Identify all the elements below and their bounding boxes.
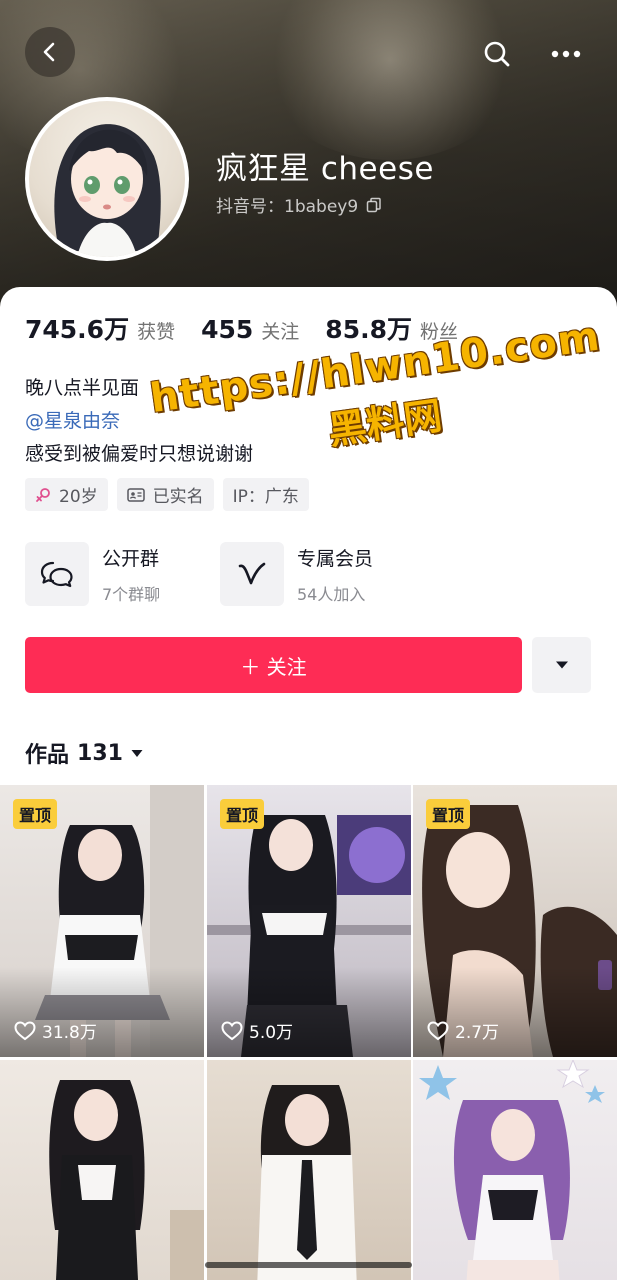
stat-value: 455 bbox=[201, 315, 254, 344]
tag-label: 已实名 bbox=[152, 487, 204, 507]
bio-mention-link[interactable]: @星泉由奈 bbox=[25, 405, 253, 438]
feature-title: 专属会员 bbox=[297, 547, 374, 570]
video-thumbnail[interactable]: 置顶 31.8万 bbox=[0, 785, 204, 1057]
video-thumbnail[interactable] bbox=[413, 1060, 617, 1280]
copy-icon[interactable] bbox=[366, 197, 382, 213]
stat-followers[interactable]: 85.8万 粉丝 bbox=[325, 310, 458, 346]
more-horizontal-icon bbox=[551, 50, 581, 58]
stat-value: 745.6万 bbox=[25, 315, 130, 344]
like-count: 2.7万 bbox=[455, 1023, 500, 1043]
profile-tags: 20岁 已实名 IP：广东 bbox=[25, 478, 309, 511]
video-thumbnail[interactable]: 置顶 2.7万 bbox=[413, 785, 617, 1057]
stat-following[interactable]: 455 关注 bbox=[201, 315, 299, 344]
works-count: 131 bbox=[77, 740, 123, 766]
bio: 晚八点半见面 @星泉由奈 感受到被偏爱时只想说谢谢 bbox=[25, 372, 253, 471]
triangle-down-icon bbox=[555, 661, 568, 669]
heart-icon bbox=[221, 1020, 243, 1040]
works-label: 作品 bbox=[25, 743, 70, 768]
stat-label: 粉丝 bbox=[419, 321, 458, 343]
recommend-dropdown-button[interactable] bbox=[532, 637, 591, 693]
vip-v-icon-box bbox=[220, 542, 284, 606]
feature-subtitle: 54人加入 bbox=[297, 584, 366, 604]
home-indicator[interactable] bbox=[205, 1262, 412, 1268]
like-count-row: 31.8万 bbox=[14, 1018, 97, 1043]
female-icon bbox=[36, 487, 50, 502]
bio-line: 晚八点半见面 bbox=[25, 377, 140, 399]
follow-button[interactable]: ＋ 关注 bbox=[25, 637, 522, 693]
back-button[interactable] bbox=[25, 27, 75, 77]
tag-verified: 已实名 bbox=[116, 478, 214, 511]
stat-likes[interactable]: 745.6万 获赞 bbox=[25, 310, 175, 346]
more-button[interactable] bbox=[544, 33, 588, 75]
stat-label: 关注 bbox=[261, 321, 300, 343]
tag-ip: IP：广东 bbox=[222, 478, 309, 511]
bio-line: 感受到被偏爱时只想说谢谢 bbox=[25, 443, 254, 465]
video-thumbnail[interactable] bbox=[207, 1060, 411, 1280]
heart-icon bbox=[427, 1020, 449, 1040]
id-card-icon bbox=[126, 487, 145, 502]
pinned-badge: 置顶 bbox=[13, 799, 58, 829]
feature-subtitle: 7个群聊 bbox=[102, 584, 161, 604]
works-tab[interactable]: 作品 131 bbox=[25, 737, 143, 769]
tag-label: IP：广东 bbox=[232, 487, 299, 507]
avatar-image bbox=[29, 101, 185, 257]
feature-title: 公开群 bbox=[102, 547, 160, 570]
tag-label: 20岁 bbox=[59, 487, 98, 507]
like-count: 5.0万 bbox=[249, 1023, 294, 1043]
exclusive-membership-entry[interactable]: 专属会员 54人加入 bbox=[220, 542, 373, 606]
nickname: 疯狂星 cheese bbox=[216, 151, 434, 187]
video-thumbnail[interactable] bbox=[0, 1060, 204, 1280]
video-thumbnail[interactable]: 置顶 5.0万 bbox=[207, 785, 411, 1057]
avatar[interactable] bbox=[25, 97, 189, 261]
vip-v-icon bbox=[238, 562, 266, 585]
like-count-row: 5.0万 bbox=[221, 1018, 293, 1043]
triangle-down-icon bbox=[131, 749, 143, 757]
public-group-entry[interactable]: 公开群 7个群聊 bbox=[25, 542, 160, 606]
tag-age: 20岁 bbox=[25, 478, 108, 511]
like-count-row: 2.7万 bbox=[427, 1018, 499, 1043]
chat-bubbles-icon bbox=[40, 561, 73, 588]
douyin-id: 抖音号：1babey9 bbox=[216, 197, 359, 217]
stats-row: 745.6万 获赞 455 关注 85.8万 粉丝 bbox=[25, 310, 484, 346]
heart-icon bbox=[14, 1020, 36, 1040]
search-icon bbox=[484, 41, 510, 67]
pinned-badge: 置顶 bbox=[426, 799, 471, 829]
douyin-id-row[interactable]: 抖音号：1babey9 bbox=[216, 192, 382, 217]
pinned-badge: 置顶 bbox=[220, 799, 265, 829]
like-count: 31.8万 bbox=[42, 1023, 97, 1043]
stat-label: 获赞 bbox=[137, 321, 176, 343]
stat-value: 85.8万 bbox=[325, 315, 412, 344]
chat-bubbles-icon-box bbox=[25, 542, 89, 606]
chevron-left-icon bbox=[43, 42, 55, 62]
search-button[interactable] bbox=[476, 33, 518, 75]
